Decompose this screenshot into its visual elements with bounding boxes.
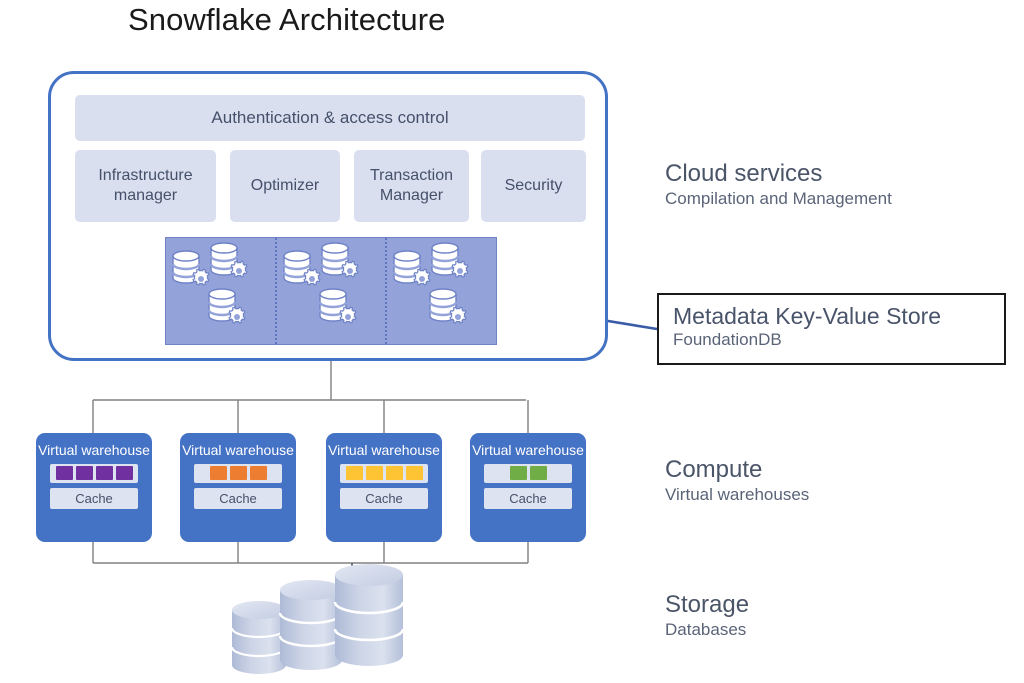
- warehouse-compute-slot: [385, 466, 403, 481]
- database-gear-icon: [206, 286, 252, 328]
- warehouse-slots: [484, 463, 572, 483]
- label-storage: Storage Databases: [665, 591, 749, 641]
- storage-cylinder-small: [230, 601, 288, 674]
- warehouse-compute-slot: [115, 466, 133, 481]
- metadata-callout-subtitle: FoundationDB: [673, 330, 782, 350]
- warehouse-slots: [50, 463, 138, 483]
- storage-database-cylinders: [230, 564, 403, 674]
- label-compute-title: Compute: [665, 456, 763, 483]
- optimizer-card[interactable]: Optimizer: [230, 150, 340, 222]
- metadata-column: [274, 238, 386, 344]
- warehouse-cache: Cache: [194, 487, 282, 509]
- metadata-store-callout: Metadata Key-Value Store FoundationDB: [657, 293, 1006, 365]
- database-gear-icon: [208, 240, 254, 282]
- warehouse-slots: [340, 463, 428, 483]
- warehouse-compute-slot: [75, 466, 93, 481]
- warehouse-compute-slot: [509, 466, 527, 481]
- database-gear-icon: [317, 286, 363, 328]
- virtual-warehouse[interactable]: Virtual warehouse Cache: [36, 433, 152, 542]
- label-compute-subtitle: Virtual warehouses: [665, 485, 810, 505]
- database-gear-icon: [427, 286, 473, 328]
- database-gear-icon: [429, 240, 475, 282]
- warehouse-cache: Cache: [484, 487, 572, 509]
- warehouse-compute-slot: [405, 466, 423, 481]
- metadata-column: [385, 238, 496, 344]
- warehouse-slots: [194, 463, 282, 483]
- diagram-canvas: Snowflake Architecture Authentication & …: [0, 0, 1024, 683]
- warehouse-title: Virtual warehouse: [38, 442, 150, 458]
- label-cloud-services-subtitle: Compilation and Management: [665, 189, 892, 209]
- page-title: Snowflake Architecture: [128, 2, 446, 37]
- label-storage-subtitle: Databases: [665, 620, 747, 640]
- warehouse-cache: Cache: [340, 487, 428, 509]
- label-compute: Compute Virtual warehouses: [665, 456, 809, 506]
- transaction-manager-card[interactable]: Transaction Manager: [354, 150, 469, 222]
- database-gear-icon: [319, 240, 365, 282]
- warehouse-compute-slot: [365, 466, 383, 481]
- virtual-warehouse[interactable]: Virtual warehouse Cache: [180, 433, 296, 542]
- warehouse-cache: Cache: [50, 487, 138, 509]
- virtual-warehouse[interactable]: Virtual warehouse Cache: [326, 433, 442, 542]
- label-cloud-services: Cloud services Compilation and Managemen…: [665, 160, 892, 210]
- security-card[interactable]: Security: [481, 150, 586, 222]
- label-cloud-services-title: Cloud services: [665, 160, 823, 187]
- warehouse-compute-slot: [529, 466, 547, 481]
- warehouse-compute-slot: [249, 466, 267, 481]
- metadata-callout-title: Metadata Key-Value Store: [673, 303, 942, 329]
- label-storage-title: Storage: [665, 591, 750, 618]
- auth-access-control-card[interactable]: Authentication & access control: [75, 95, 585, 141]
- warehouse-compute-slot: [95, 466, 113, 481]
- warehouse-title: Virtual warehouse: [328, 442, 440, 458]
- metadata-key-value-panel[interactable]: [165, 237, 497, 345]
- warehouse-title: Virtual warehouse: [182, 442, 294, 458]
- storage-cylinder-medium: [278, 580, 344, 670]
- infrastructure-manager-card[interactable]: Infrastructure manager: [75, 150, 216, 222]
- warehouse-compute-slot: [229, 466, 247, 481]
- storage-cylinder-large: [333, 564, 403, 666]
- warehouse-compute-slot: [209, 466, 227, 481]
- warehouse-compute-slot: [55, 466, 73, 481]
- virtual-warehouse[interactable]: Virtual warehouse Cache: [470, 433, 586, 542]
- warehouse-title: Virtual warehouse: [472, 442, 584, 458]
- warehouse-compute-slot: [345, 466, 363, 481]
- metadata-column: [166, 238, 275, 344]
